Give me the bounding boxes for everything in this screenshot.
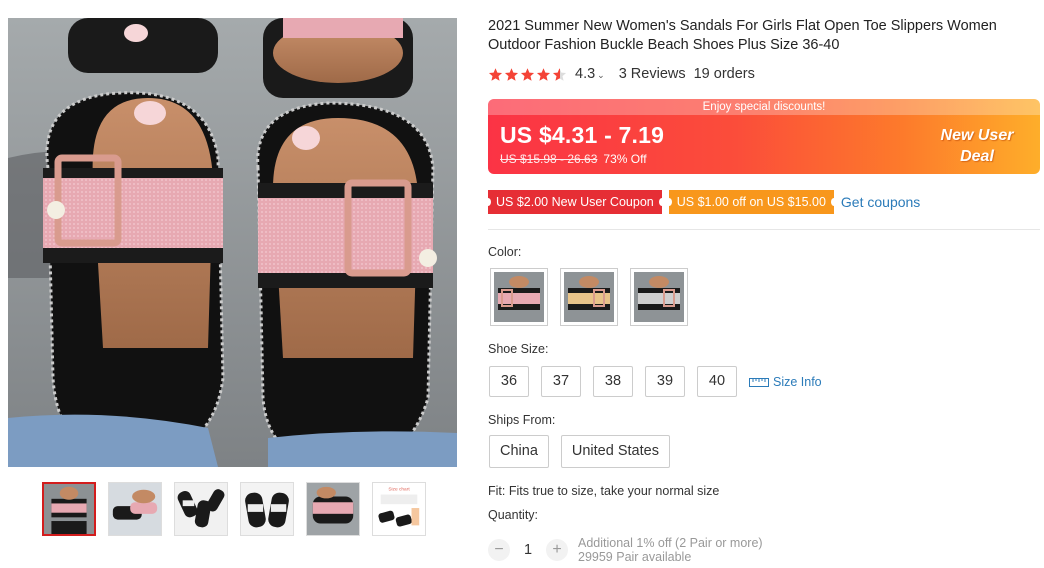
new-user-coupon[interactable]: US $2.00 New User Coupon [485, 190, 665, 214]
size-option-36[interactable]: 36 [489, 366, 529, 397]
star-half-icon [552, 67, 567, 81]
new-user-deal-badge: New User Deal [932, 125, 1022, 167]
star-icon [536, 67, 551, 81]
thumbnail-3[interactable] [174, 482, 228, 536]
price-promo-banner: Enjoy special discounts! US $4.31 - 7.19… [488, 99, 1040, 174]
size-chart-heading: Size chart [388, 487, 410, 493]
color-options [490, 268, 688, 326]
thumbnail-4[interactable] [240, 482, 294, 536]
size-info-link[interactable]: Size Info [749, 375, 822, 389]
badge-line-1: New User [940, 127, 1014, 144]
ships-from-united-states[interactable]: United States [560, 435, 670, 468]
chevron-down-icon: ⌄ [597, 70, 605, 80]
size-option-38[interactable]: 38 [593, 366, 633, 397]
thumbnail-5[interactable] [306, 482, 360, 536]
original-price-row: US $15.98 - 26.63 73% Off [500, 152, 647, 166]
coupon-row: US $2.00 New User Coupon US $1.00 off on… [485, 190, 920, 214]
ships-from-china[interactable]: China [489, 435, 549, 468]
get-coupons-link[interactable]: Get coupons [841, 194, 920, 210]
size-info-label: Size Info [773, 374, 822, 389]
size-option-40[interactable]: 40 [697, 366, 737, 397]
quantity-decrease-button[interactable]: − [488, 539, 510, 561]
quantity-label: Quantity: [488, 508, 539, 522]
star-icon [504, 67, 519, 81]
store-coupon[interactable]: US $1.00 off on US $15.00 [665, 190, 838, 214]
thumbnail-2[interactable] [108, 482, 162, 536]
price-range: US $4.31 - 7.19 [500, 122, 665, 148]
size-options: 36 37 38 39 40 Size Info [489, 366, 822, 397]
quantity-stepper: − 1 + Additional 1% off (2 Pair or more)… [488, 536, 763, 564]
thumbnail-1[interactable] [42, 482, 96, 536]
fit-info: Fit: Fits true to size, take your normal… [488, 484, 720, 498]
color-option-3[interactable] [630, 268, 688, 326]
product-title: 2021 Summer New Women's Sandals For Girl… [488, 18, 997, 53]
original-price: US $15.98 - 26.63 [500, 152, 598, 166]
reviews-link[interactable]: 3 Reviews [619, 66, 686, 82]
divider [488, 229, 1040, 230]
discount-percent: 73% Off [603, 152, 647, 166]
badge-line-2: Deal [960, 148, 994, 165]
size-option-39[interactable]: 39 [645, 366, 685, 397]
ships-from-label: Ships From: [488, 413, 556, 427]
color-option-1[interactable] [490, 268, 548, 326]
bulk-discount-note: Additional 1% off (2 Pair or more) [578, 536, 763, 550]
orders-count: 19 orders [693, 66, 755, 82]
star-icon [488, 67, 503, 81]
star-icon [520, 67, 535, 81]
stock-available: 29959 Pair available [578, 550, 692, 564]
rating-value[interactable]: 4.3 ⌄ [575, 66, 605, 82]
thumbnail-strip: Size chart [42, 482, 426, 536]
main-product-image[interactable] [8, 18, 457, 467]
sandal-photo [8, 18, 457, 467]
rating-stars [488, 67, 567, 82]
promo-banner-text: Enjoy special discounts! [488, 99, 1040, 115]
size-option-37[interactable]: 37 [541, 366, 581, 397]
thumbnail-6-size-chart[interactable]: Size chart [372, 482, 426, 536]
rating-row: 4.3 ⌄ 3 Reviews 19 orders [488, 66, 755, 82]
color-label: Color: [488, 245, 522, 259]
shoe-size-label: Shoe Size: [488, 342, 549, 356]
ships-from-options: China United States [489, 435, 682, 468]
quantity-value[interactable]: 1 [510, 542, 546, 558]
color-option-2[interactable] [560, 268, 618, 326]
ruler-icon [749, 377, 769, 387]
quantity-increase-button[interactable]: + [546, 539, 568, 561]
quantity-note: Additional 1% off (2 Pair or more) 29959… [578, 536, 763, 564]
